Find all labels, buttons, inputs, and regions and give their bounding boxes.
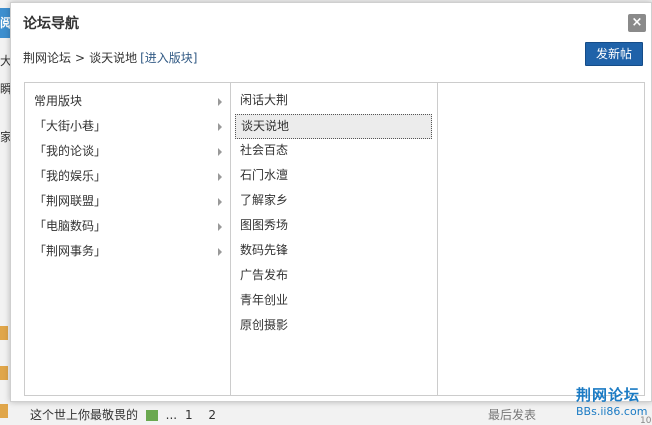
- folder-icon: [0, 326, 8, 340]
- chevron-right-icon: [218, 248, 222, 256]
- category-column: 常用版块 「大街小巷」 「我的论谈」 「我的娱乐」 「荆网联盟」 「电脑数码」 …: [25, 83, 231, 395]
- category-item[interactable]: 常用版块: [25, 89, 230, 114]
- navigation-panel: 常用版块 「大街小巷」 「我的论谈」 「我的娱乐」 「荆网联盟」 「电脑数码」 …: [24, 82, 645, 396]
- category-label: 「荆网事务」: [34, 244, 107, 258]
- subforum-column: [438, 83, 644, 395]
- chevron-right-icon: [218, 173, 222, 181]
- category-label: 「我的娱乐」: [34, 169, 107, 183]
- forum-item[interactable]: 了解家乡: [231, 189, 437, 214]
- forum-item-selected[interactable]: 谈天说地: [235, 114, 432, 139]
- category-item[interactable]: 「电脑数码」: [25, 214, 230, 239]
- forum-item[interactable]: 广告发布: [231, 264, 437, 289]
- close-button[interactable]: ×: [628, 14, 646, 32]
- category-label: 「荆网联盟」: [34, 194, 107, 208]
- forum-item[interactable]: 图图秀场: [231, 214, 437, 239]
- forum-item[interactable]: 青年创业: [231, 289, 437, 314]
- chevron-right-icon: [218, 148, 222, 156]
- breadcrumb-root[interactable]: 荆网论坛: [23, 51, 71, 65]
- category-label: 「我的论谈」: [34, 144, 107, 158]
- background-thread-title: 这个世上你最敬畏的 ... 1 2: [30, 408, 217, 422]
- category-item[interactable]: 「大街小巷」: [25, 114, 230, 139]
- site-watermark: 荆网论坛 BBs.ii86.com: [576, 384, 647, 418]
- background-last-post: 最后发表: [488, 408, 537, 422]
- image-icon: [145, 410, 158, 421]
- folder-icon: [0, 366, 8, 380]
- page-link[interactable]: 2: [208, 408, 216, 422]
- enter-forum-link[interactable]: [进入版块]: [140, 51, 197, 65]
- forum-item[interactable]: 数码先锋: [231, 239, 437, 264]
- forum-column: 闲话大荆 谈天说地 社会百态 石门水澶 了解家乡 图图秀场 数码先锋 广告发布 …: [231, 83, 438, 395]
- dialog-title: 论坛导航: [23, 16, 79, 32]
- watermark-url: BBs.ii86.com: [576, 405, 648, 418]
- chevron-right-icon: [218, 223, 222, 231]
- forum-item[interactable]: 原创摄影: [231, 314, 437, 339]
- folder-icon: [0, 404, 8, 418]
- forum-item[interactable]: 社会百态: [231, 139, 437, 164]
- category-label: 「电脑数码」: [34, 219, 107, 233]
- category-label: 常用版块: [34, 94, 83, 108]
- forum-item[interactable]: 石门水澶: [231, 164, 437, 189]
- forum-navigation-dialog: 论坛导航 × 荆网论坛 > 谈天说地 [进入版块] 发新帖 常用版块 「大街小巷」 「…: [10, 2, 652, 402]
- breadcrumb-current: 谈天说地: [89, 51, 138, 65]
- category-item[interactable]: 「我的娱乐」: [25, 164, 230, 189]
- watermark-title: 荆网论坛: [576, 386, 641, 404]
- breadcrumb-separator: >: [75, 51, 86, 65]
- chevron-right-icon: [218, 98, 222, 106]
- close-icon: ×: [631, 15, 643, 30]
- chevron-right-icon: [218, 123, 222, 131]
- category-item[interactable]: 「荆网联盟」: [25, 189, 230, 214]
- forum-item[interactable]: 闲话大荆: [231, 89, 437, 114]
- chevron-right-icon: [218, 198, 222, 206]
- category-item[interactable]: 「我的论谈」: [25, 139, 230, 164]
- page-link[interactable]: 1: [185, 408, 193, 422]
- new-post-button[interactable]: 发新帖: [585, 42, 643, 66]
- category-label: 「大街小巷」: [34, 119, 107, 133]
- breadcrumb: 荆网论坛 > 谈天说地 [进入版块]: [23, 49, 197, 66]
- category-item[interactable]: 「荆网事务」: [25, 239, 230, 264]
